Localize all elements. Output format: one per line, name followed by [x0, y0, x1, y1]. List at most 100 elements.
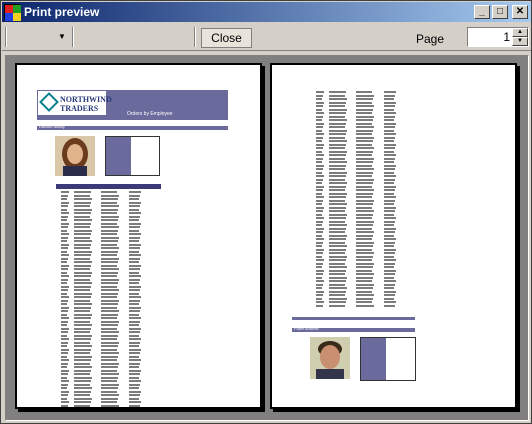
- table-row: [61, 348, 161, 351]
- section-header: Fuller Andrew: [292, 326, 415, 332]
- table-row: [61, 383, 161, 386]
- preview-canvas[interactable]: NORTHWIND TRADERS Orders by Employee Dav…: [5, 55, 529, 421]
- table-row: [61, 296, 161, 298]
- table-row: [316, 157, 416, 160]
- table-row: [316, 150, 416, 153]
- table-row: [316, 136, 416, 139]
- table-row: [316, 119, 416, 121]
- table-row: [316, 248, 416, 251]
- table-row: [316, 276, 416, 279]
- table-row: [316, 252, 416, 254]
- table-row: [316, 297, 416, 300]
- table-row: [316, 238, 416, 240]
- table-row: [316, 206, 416, 209]
- table-row: [61, 380, 161, 382]
- print-preview-icon: [4, 4, 21, 21]
- table-row: [61, 201, 161, 204]
- orders-table-header: [56, 184, 161, 189]
- table-row: [61, 331, 161, 333]
- table-row: [316, 185, 416, 188]
- close-button[interactable]: Close: [201, 28, 252, 48]
- table-row: [61, 327, 161, 330]
- table-row: [316, 301, 416, 303]
- chevron-down-icon[interactable]: ▼: [56, 31, 68, 43]
- table-row: [316, 283, 416, 286]
- table-row: [316, 189, 416, 191]
- table-row: [61, 275, 161, 277]
- table-row: [61, 292, 161, 295]
- minimize-button[interactable]: _: [474, 5, 490, 19]
- table-row: [61, 345, 161, 347]
- table-row: [316, 147, 416, 149]
- table-row: [316, 133, 416, 135]
- table-row: [61, 366, 161, 368]
- table-row: [61, 310, 161, 312]
- toolbar-grip[interactable]: [5, 27, 7, 47]
- spin-up-icon[interactable]: ▲: [512, 28, 528, 37]
- table-row: [61, 268, 161, 270]
- table-row: [61, 369, 161, 372]
- table-row: [316, 231, 416, 233]
- table-row: [316, 217, 416, 219]
- table-row: [61, 194, 161, 197]
- table-row: [316, 287, 416, 289]
- table-row: [61, 373, 161, 375]
- table-row: [61, 341, 161, 344]
- table-row: [61, 285, 161, 288]
- employee-photo: [55, 136, 95, 176]
- table-row: [61, 215, 161, 218]
- table-row: [316, 255, 416, 258]
- toolbar-separator: [72, 27, 74, 47]
- table-row: [316, 294, 416, 296]
- table-row: [316, 266, 416, 268]
- print-preview-window: Print preview _ □ ✕ ▼ Close Page 1 ▲ ▼ N…: [0, 0, 532, 424]
- section-header: Davolio Nancy: [37, 124, 228, 130]
- report-title: Orders by Employee: [127, 111, 173, 117]
- maximize-button[interactable]: □: [492, 5, 508, 19]
- table-row: [61, 233, 161, 235]
- table-row: [61, 226, 161, 228]
- table-row: [61, 387, 161, 389]
- table-row: [316, 192, 416, 195]
- employee-info-card: [360, 337, 416, 381]
- table-row: [316, 115, 416, 118]
- table-row: [316, 94, 416, 97]
- table-row: [61, 313, 161, 316]
- table-row: [316, 108, 416, 111]
- table-row: [61, 404, 161, 407]
- employee-photo: [310, 337, 350, 379]
- table-row: [316, 224, 416, 226]
- table-row: [61, 240, 161, 242]
- table-row: [61, 320, 161, 323]
- table-row: [316, 112, 416, 114]
- table-row: [316, 182, 416, 184]
- table-row: [316, 259, 416, 261]
- preview-page-1: NORTHWIND TRADERS Orders by Employee Dav…: [15, 63, 262, 409]
- table-row: [61, 236, 161, 239]
- table-row: [316, 161, 416, 163]
- table-row: [316, 101, 416, 104]
- table-row: [61, 306, 161, 309]
- table-row: [61, 205, 161, 207]
- preview-page-2: Fuller Andrew: [270, 63, 517, 409]
- table-row: [61, 222, 161, 225]
- table-row: [316, 280, 416, 282]
- table-row: [61, 299, 161, 302]
- preview-toolbar: ▼ Close Page 1 ▲ ▼: [2, 23, 531, 51]
- table-row: [61, 394, 161, 396]
- orders-table: [61, 191, 161, 407]
- title-bar[interactable]: Print preview _ □ ✕: [2, 2, 531, 22]
- employee-info-card: [105, 136, 160, 176]
- table-row: [316, 175, 416, 177]
- table-row: [61, 334, 161, 337]
- close-window-button[interactable]: ✕: [512, 5, 528, 19]
- table-row: [61, 401, 161, 403]
- page-number-value[interactable]: 1: [503, 30, 510, 44]
- page-number-stepper[interactable]: 1 ▲ ▼: [467, 27, 529, 47]
- group-footer-bar: [292, 317, 415, 320]
- table-row: [316, 269, 416, 272]
- spin-down-icon[interactable]: ▼: [512, 37, 528, 46]
- table-row: [316, 199, 416, 202]
- table-row: [316, 245, 416, 247]
- table-row: [316, 171, 416, 174]
